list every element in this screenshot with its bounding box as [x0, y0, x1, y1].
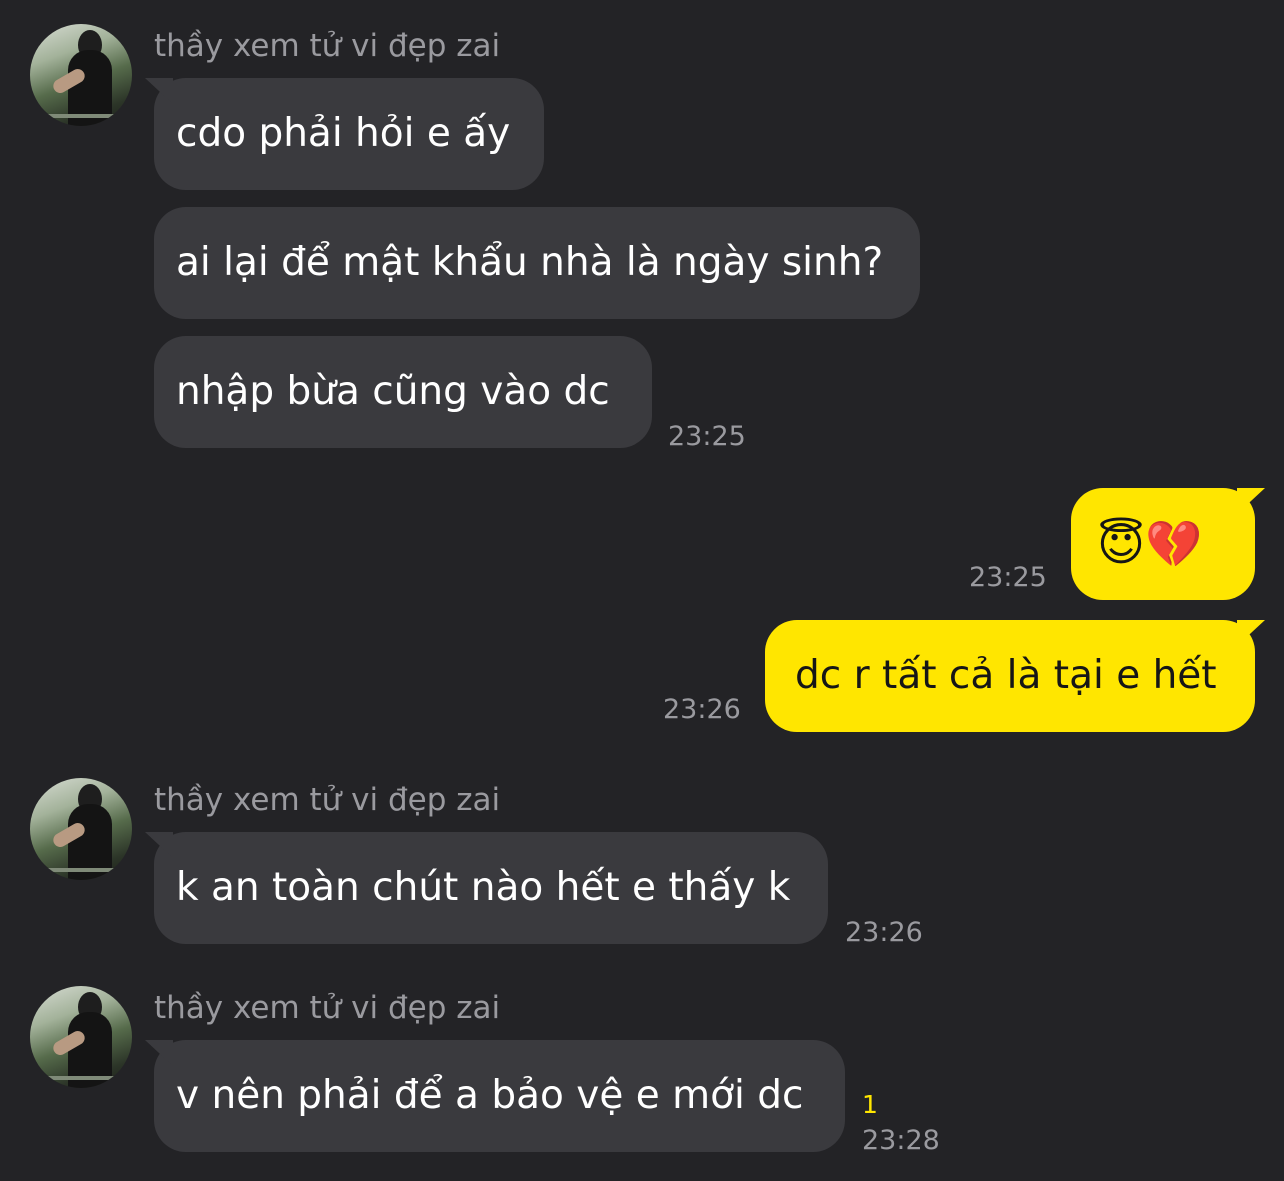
sender-avatar[interactable] [30, 24, 132, 126]
sender-avatar[interactable] [30, 986, 132, 1088]
message-text: dc r tất cả là tại e hết [795, 653, 1217, 698]
message-text: cdo phải hỏi e ấy [176, 111, 511, 156]
message-bubble-incoming[interactable]: ai lại để mật khẩu nhà là ngày sinh? [154, 207, 920, 319]
sender-name: thầy xem tử vi đẹp zai [154, 782, 501, 818]
message-bubble-incoming[interactable]: nhập bừa cũng vào dc [154, 336, 652, 448]
unread-count: 1 [862, 1090, 878, 1119]
message-bubble-outgoing[interactable]: dc r tất cả là tại e hết [765, 620, 1255, 732]
message-timestamp: 23:28 [862, 1125, 940, 1156]
sender-name: thầy xem tử vi đẹp zai [154, 990, 501, 1026]
avatar-photo-rail [30, 1076, 132, 1080]
avatar-photo-rail [30, 114, 132, 118]
message-text: v nên phải để a bảo vệ e mới dc [176, 1073, 804, 1118]
message-bubble-outgoing[interactable]: 😇💔 [1071, 488, 1255, 600]
message-text: ai lại để mật khẩu nhà là ngày sinh? [176, 240, 884, 285]
message-timestamp: 23:26 [663, 694, 741, 725]
sender-name: thầy xem tử vi đẹp zai [154, 28, 501, 64]
message-timestamp: 23:25 [969, 562, 1047, 593]
message-bubble-incoming[interactable]: cdo phải hỏi e ấy [154, 78, 544, 190]
message-bubble-incoming[interactable]: k an toàn chút nào hết e thấy k [154, 832, 828, 944]
avatar-photo-rail [30, 868, 132, 872]
emoji-halo-smile-broken-heart-icon: 😇💔 [1097, 517, 1203, 571]
message-timestamp: 23:25 [668, 421, 746, 452]
message-text: nhập bừa cũng vào dc [176, 369, 610, 414]
sender-avatar[interactable] [30, 778, 132, 880]
message-timestamp: 23:26 [845, 917, 923, 948]
message-text: k an toàn chút nào hết e thấy k [176, 865, 791, 910]
message-bubble-incoming[interactable]: v nên phải để a bảo vệ e mới dc [154, 1040, 845, 1152]
